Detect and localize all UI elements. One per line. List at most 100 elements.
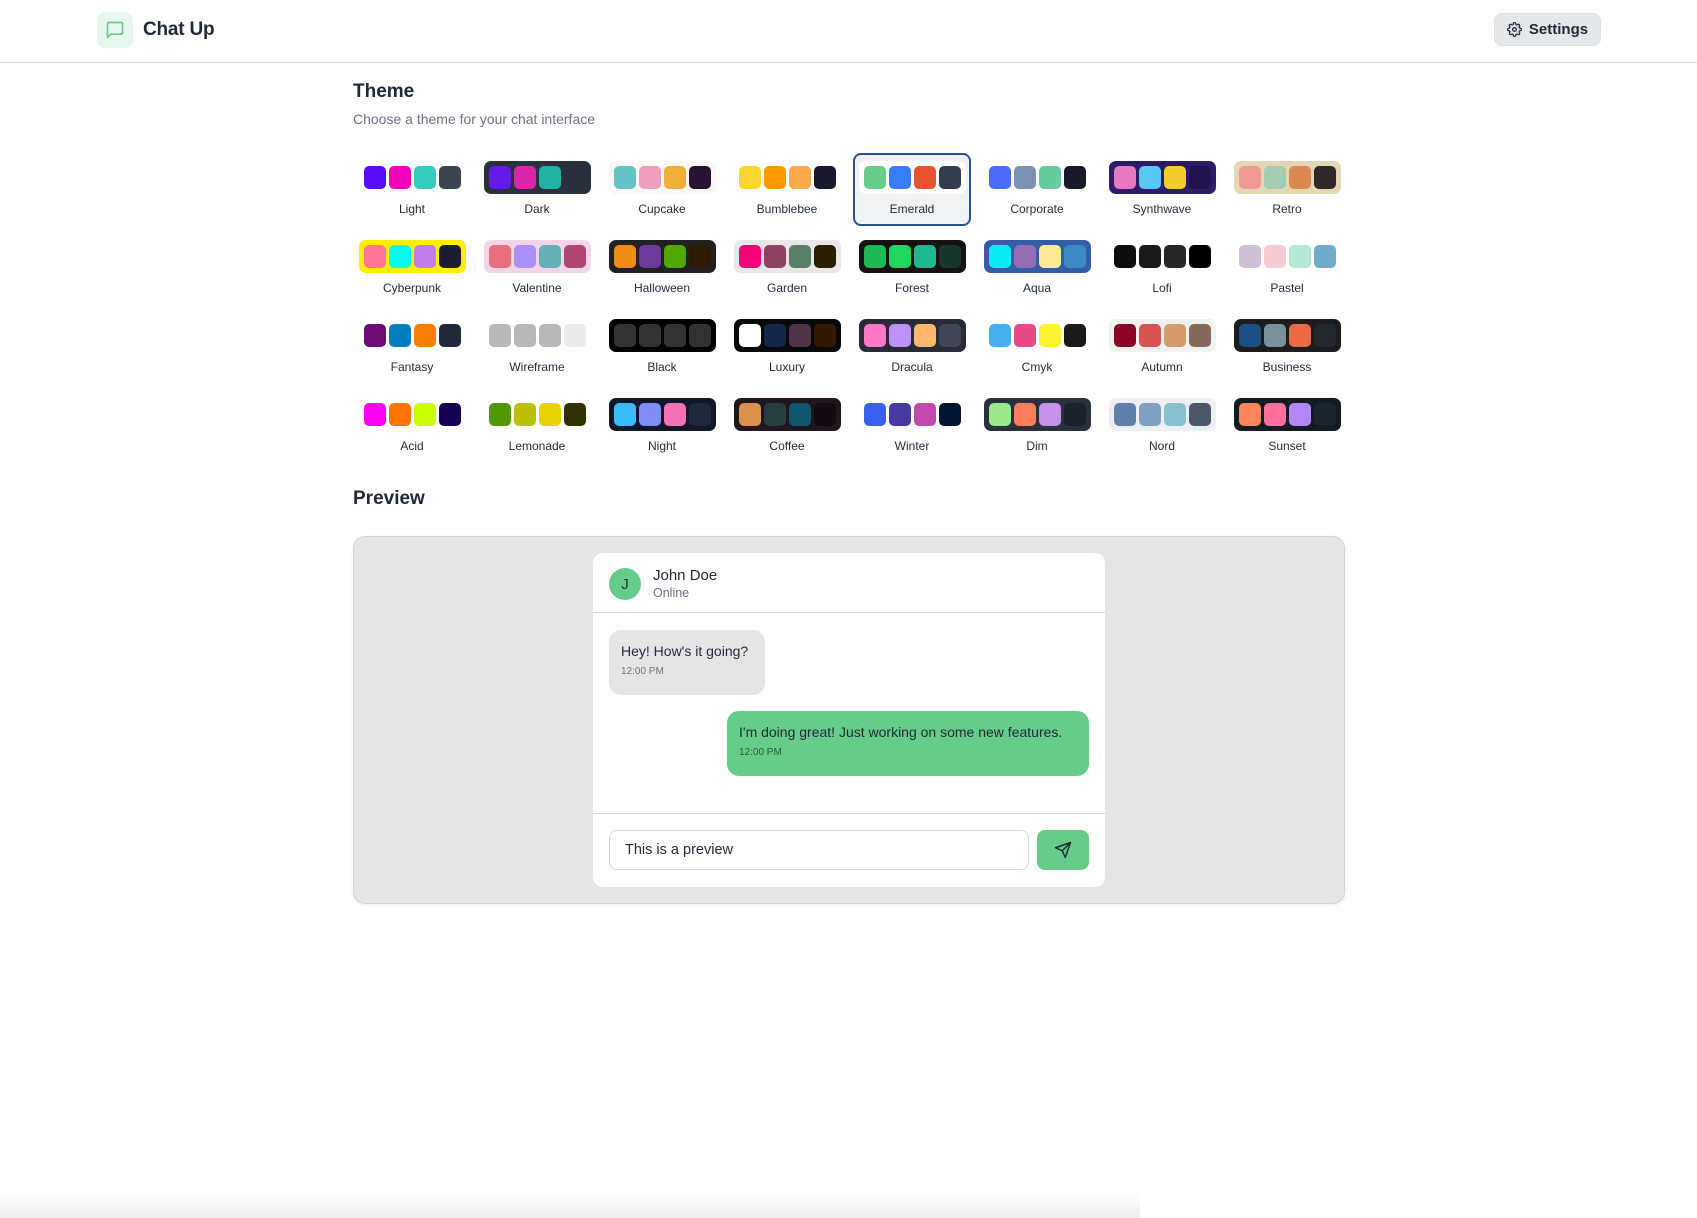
theme-label: Emerald [889, 202, 935, 216]
theme-swatch-group [983, 240, 1091, 273]
color-swatch [1113, 403, 1136, 426]
theme-option-forest[interactable]: Forest [853, 232, 971, 305]
color-swatch [1238, 324, 1261, 347]
color-swatch [988, 403, 1011, 426]
theme-label: Sunset [1268, 439, 1306, 453]
theme-option-corporate[interactable]: Corporate [978, 153, 1096, 226]
send-icon [1054, 841, 1072, 859]
message-input[interactable] [609, 830, 1029, 870]
color-swatch [913, 166, 936, 189]
theme-swatch-group [733, 161, 841, 194]
color-swatch [363, 403, 386, 426]
chat-preview-card: J John Doe Online Hey! How's it going? 1… [593, 553, 1105, 887]
settings-label: Settings [1528, 21, 1589, 38]
send-button[interactable] [1037, 830, 1089, 870]
color-swatch [863, 403, 886, 426]
color-swatch [813, 166, 836, 189]
theme-option-garden[interactable]: Garden [728, 232, 846, 305]
theme-option-pastel[interactable]: Pastel [1228, 232, 1346, 305]
theme-option-lemonade[interactable]: Lemonade [478, 390, 596, 463]
color-swatch [638, 245, 661, 268]
theme-label: Synthwave [1132, 202, 1192, 216]
theme-option-wireframe[interactable]: Wireframe [478, 311, 596, 384]
color-swatch [1013, 403, 1036, 426]
theme-option-halloween[interactable]: Halloween [603, 232, 721, 305]
color-swatch [1188, 245, 1211, 268]
theme-option-business[interactable]: Business [1228, 311, 1346, 384]
color-swatch [1138, 403, 1161, 426]
color-swatch [1063, 324, 1086, 347]
theme-option-valentine[interactable]: Valentine [478, 232, 596, 305]
color-swatch [788, 245, 811, 268]
theme-swatch-group [1233, 398, 1341, 431]
color-swatch [1313, 324, 1336, 347]
theme-option-black[interactable]: Black [603, 311, 721, 384]
color-swatch [413, 403, 436, 426]
message-bubble-incoming: Hey! How's it going? 12:00 PM [609, 630, 765, 695]
settings-button[interactable]: Settings [1494, 13, 1601, 46]
brand[interactable]: Chat Up [97, 12, 215, 48]
message-text: I'm doing great! Just working on some ne… [739, 724, 1063, 740]
color-swatch [563, 245, 586, 268]
color-swatch [513, 324, 536, 347]
color-swatch [888, 324, 911, 347]
theme-swatch-group [733, 240, 841, 273]
color-swatch [1263, 166, 1286, 189]
color-swatch [688, 245, 711, 268]
theme-option-cupcake[interactable]: Cupcake [603, 153, 721, 226]
theme-option-luxury[interactable]: Luxury [728, 311, 846, 384]
theme-label: Lemonade [508, 439, 566, 453]
theme-swatch-group [983, 398, 1091, 431]
theme-option-synthwave[interactable]: Synthwave [1103, 153, 1221, 226]
color-swatch [388, 403, 411, 426]
color-swatch [613, 245, 636, 268]
theme-option-cyberpunk[interactable]: Cyberpunk [353, 232, 471, 305]
color-swatch [763, 403, 786, 426]
color-swatch [388, 245, 411, 268]
color-swatch [1238, 245, 1261, 268]
color-swatch [1063, 403, 1086, 426]
theme-option-dim[interactable]: Dim [978, 390, 1096, 463]
theme-option-bumblebee[interactable]: Bumblebee [728, 153, 846, 226]
theme-label: Cyberpunk [382, 281, 442, 295]
color-swatch [438, 166, 461, 189]
theme-option-fantasy[interactable]: Fantasy [353, 311, 471, 384]
theme-option-lofi[interactable]: Lofi [1103, 232, 1221, 305]
message-bubble-outgoing: I'm doing great! Just working on some ne… [727, 711, 1089, 776]
theme-option-night[interactable]: Night [603, 390, 721, 463]
color-swatch [638, 403, 661, 426]
theme-swatch-group [983, 161, 1091, 194]
theme-option-emerald[interactable]: Emerald [853, 153, 971, 226]
color-swatch [613, 324, 636, 347]
color-swatch [1063, 166, 1086, 189]
theme-option-acid[interactable]: Acid [353, 390, 471, 463]
theme-swatch-group [1233, 161, 1341, 194]
color-swatch [1163, 324, 1186, 347]
color-swatch [388, 324, 411, 347]
theme-option-light[interactable]: Light [353, 153, 471, 226]
theme-label: Dark [524, 202, 550, 216]
color-swatch [1288, 324, 1311, 347]
theme-option-cmyk[interactable]: Cmyk [978, 311, 1096, 384]
theme-swatch-group [608, 240, 716, 273]
theme-option-sunset[interactable]: Sunset [1228, 390, 1346, 463]
theme-option-dark[interactable]: Dark [478, 153, 596, 226]
theme-option-dracula[interactable]: Dracula [853, 311, 971, 384]
theme-option-coffee[interactable]: Coffee [728, 390, 846, 463]
theme-option-winter[interactable]: Winter [853, 390, 971, 463]
color-swatch [1038, 245, 1061, 268]
color-swatch [888, 245, 911, 268]
theme-label: Retro [1272, 202, 1302, 216]
theme-option-autumn[interactable]: Autumn [1103, 311, 1221, 384]
theme-swatch-group [483, 161, 591, 194]
color-swatch [813, 245, 836, 268]
color-swatch [513, 403, 536, 426]
theme-option-aqua[interactable]: Aqua [978, 232, 1096, 305]
color-swatch [488, 324, 511, 347]
color-swatch [413, 166, 436, 189]
theme-option-nord[interactable]: Nord [1103, 390, 1221, 463]
color-swatch [513, 245, 536, 268]
theme-option-retro[interactable]: Retro [1228, 153, 1346, 226]
theme-label: Autumn [1141, 360, 1183, 374]
color-swatch [1038, 324, 1061, 347]
